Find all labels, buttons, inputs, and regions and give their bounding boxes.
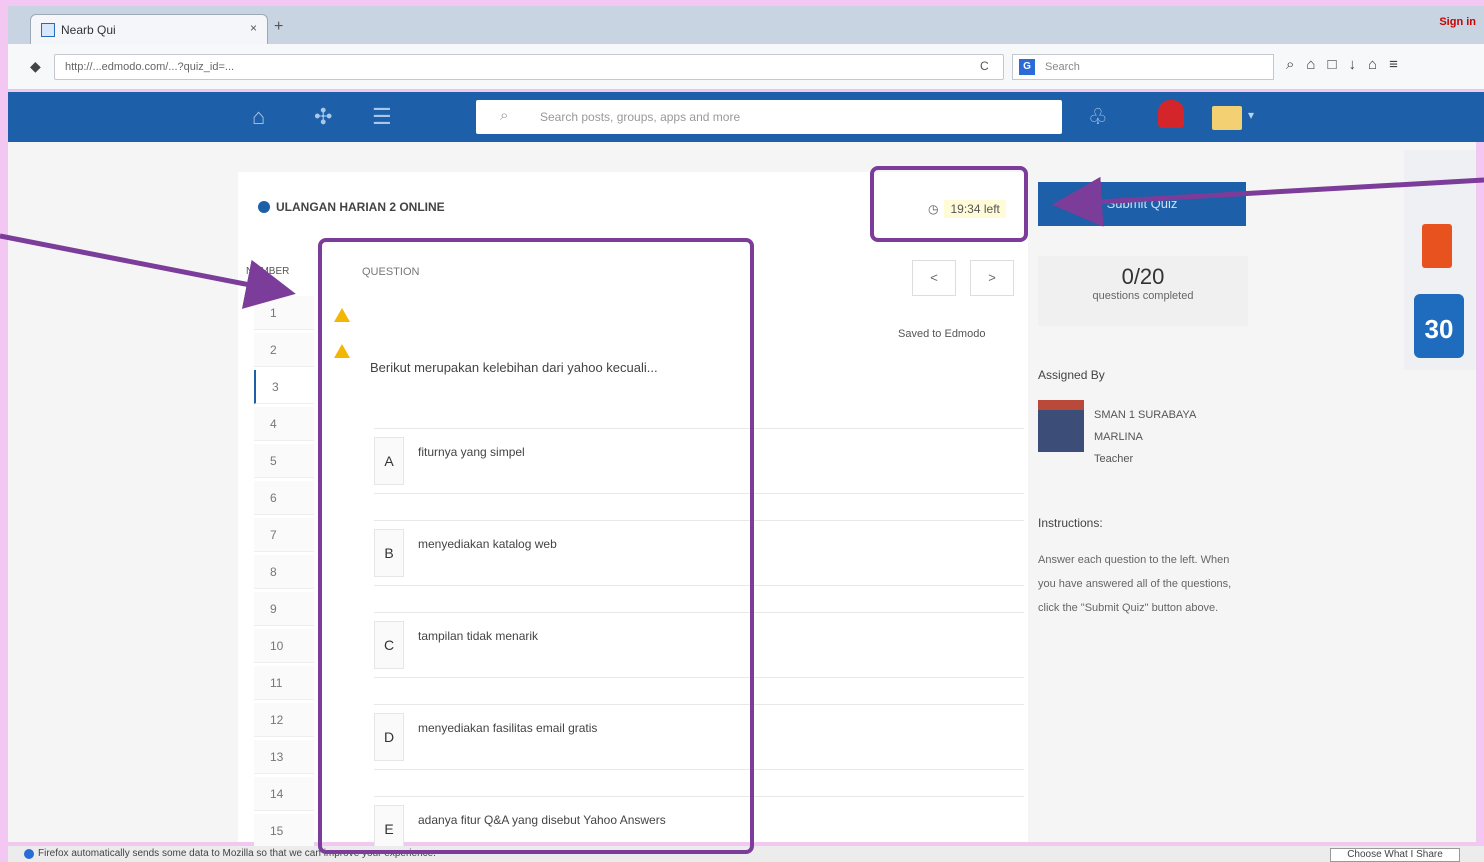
question-number-item[interactable]: 13 <box>254 740 314 774</box>
question-number-item[interactable]: 9 <box>254 592 314 626</box>
teacher-name: MARLINA <box>1094 431 1143 443</box>
search-engine-icon[interactable]: G <box>1019 59 1035 75</box>
progress-panel: 0/20 questions completed <box>1038 256 1248 326</box>
backpack-icon[interactable]: ♧ <box>1088 104 1108 130</box>
progress-label: questions completed <box>1092 290 1194 302</box>
instructions-text: Answer each question to the left. When y… <box>1038 554 1232 614</box>
teacher-info[interactable]: SMAN 1 SURABAYA MARLINA Teacher <box>1094 404 1244 470</box>
question-number-item-active[interactable]: 3 <box>254 370 314 404</box>
annotation-box-question <box>318 238 754 854</box>
app-search-input[interactable]: ⌕ Search posts, groups, apps and more <box>476 100 1062 134</box>
home-icon[interactable]: ⌂ <box>252 104 265 130</box>
numbers-header: NUMBER <box>246 266 290 277</box>
browser-search-input[interactable]: G Search <box>1012 54 1274 80</box>
browser-tab[interactable]: Nearb Qui × <box>30 14 268 44</box>
annotation-box-timer <box>870 166 1028 242</box>
discover-icon[interactable]: ✣ <box>314 104 332 130</box>
quiz-title: ULANGAN HARIAN 2 ONLINE <box>258 200 445 214</box>
progress-count: 0/20 <box>1121 264 1165 289</box>
chevron-down-icon[interactable]: ▾ <box>1248 108 1254 122</box>
globe-icon <box>258 201 270 213</box>
browser-tab-strip: Nearb Qui × + Sign in <box>8 6 1484 44</box>
notifications-bell-icon[interactable] <box>1158 100 1184 128</box>
question-number-item[interactable]: 2 <box>254 333 314 367</box>
reload-icon[interactable]: C <box>980 59 989 73</box>
question-number-item[interactable]: 4 <box>254 407 314 441</box>
question-number-item[interactable]: 10 <box>254 629 314 663</box>
question-number-item[interactable]: 1 <box>254 296 314 330</box>
next-question-button[interactable]: > <box>970 260 1014 296</box>
app-header: ⌂ ✣ ☰ ⌕ Search posts, groups, apps and m… <box>8 92 1484 142</box>
url-bar[interactable]: http://...edmodo.com/...?quiz_id=... <box>54 54 1004 80</box>
question-number-item[interactable]: 15 <box>254 814 314 848</box>
teacher-school: SMAN 1 SURABAYA <box>1094 409 1197 421</box>
info-icon <box>24 849 34 859</box>
submit-quiz-button[interactable]: Submit Quiz <box>1038 182 1246 226</box>
office-icon[interactable] <box>1422 224 1452 268</box>
question-number-item[interactable]: 7 <box>254 518 314 552</box>
back-icon[interactable]: ◆ <box>30 58 41 75</box>
question-number-item[interactable]: 14 <box>254 777 314 811</box>
search-icon: ⌕ <box>500 107 509 124</box>
quiz-sidebar: Submit Quiz 0/20 questions completed Ass… <box>1038 182 1248 842</box>
question-number-item[interactable]: 11 <box>254 666 314 700</box>
question-number-item[interactable]: 8 <box>254 555 314 589</box>
new-tab-icon[interactable]: + <box>274 18 283 36</box>
instructions-label: Instructions: <box>1038 516 1103 530</box>
right-app-panel: 30 <box>1404 150 1476 370</box>
browser-toolbar-icons[interactable]: ⌕⌂□↓⌂≡ <box>1286 56 1410 73</box>
close-tab-icon[interactable]: × <box>250 21 257 35</box>
saved-status: Saved to Edmodo <box>898 328 986 340</box>
teacher-avatar[interactable] <box>1038 400 1084 452</box>
teacher-role: Teacher <box>1094 453 1134 465</box>
assigned-by-label: Assigned By <box>1038 368 1105 382</box>
prev-question-button[interactable]: < <box>912 260 956 296</box>
choose-what-i-share-button[interactable]: Choose What I Share <box>1330 848 1460 862</box>
question-number-item[interactable]: 12 <box>254 703 314 737</box>
backpack-folder-icon[interactable] <box>1212 106 1242 130</box>
menu-icon[interactable]: ☰ <box>372 104 392 130</box>
tab-title: Nearb Qui <box>61 23 116 37</box>
sign-in-link[interactable]: Sign in <box>1439 16 1476 28</box>
calendar-icon[interactable]: 30 <box>1414 294 1464 358</box>
edmodo-favicon-icon <box>41 23 55 37</box>
question-number-item[interactable]: 5 <box>254 444 314 478</box>
question-number-item[interactable]: 6 <box>254 481 314 515</box>
browser-nav-bar: ◆ http://...edmodo.com/...?quiz_id=... C… <box>8 44 1484 90</box>
